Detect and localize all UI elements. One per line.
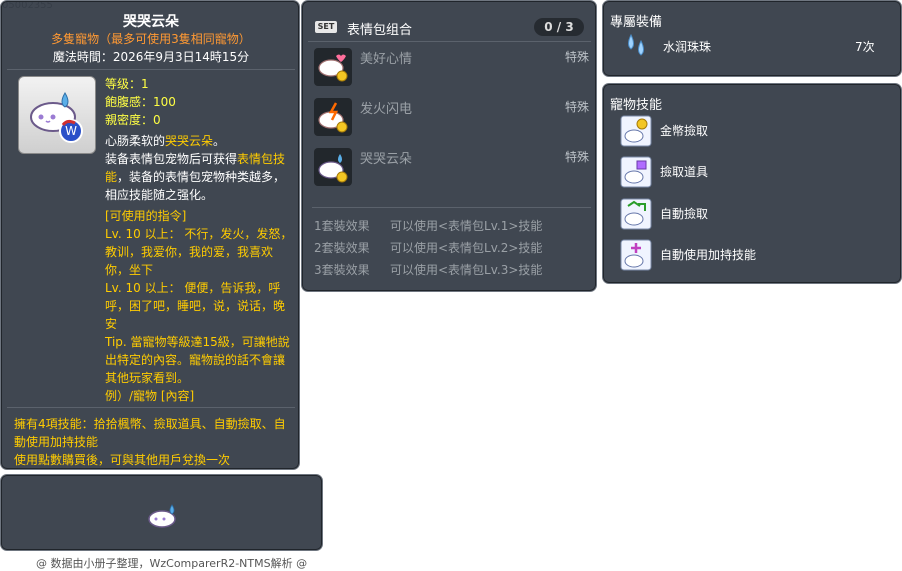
set-effect-value: 可以使用<表情包Lv.1>技能 xyxy=(390,219,543,233)
svg-text:W: W xyxy=(65,124,77,138)
desc-text: 装备表情包宠物后可获得 xyxy=(105,152,238,166)
desc-text: 。 xyxy=(213,134,226,148)
skill-item[interactable]: 撿取道具 xyxy=(620,156,890,188)
water-droplets-icon xyxy=(628,33,644,56)
skill-name: 自動使用加持技能 xyxy=(660,248,757,262)
desc-text: 心肠柔软的 xyxy=(105,134,166,148)
pet-description: 心肠柔软的哭哭云朵。 装备表情包宠物后可获得表情包技能，装备的表情包宠物种类越多… xyxy=(105,132,295,204)
auto-pickup-icon xyxy=(620,198,652,230)
pet-subtitle: 多隻寵物（最多可使用3隻相同寵物） xyxy=(51,32,251,46)
divider xyxy=(7,69,295,70)
trade-note: 使用點數購買後，可與其他用戶兌換一次 xyxy=(14,453,231,467)
cloud-pet-icon: W xyxy=(30,92,83,143)
skill-item[interactable]: 自動撿取 xyxy=(620,198,890,230)
auto-buff-icon xyxy=(620,239,652,271)
pet-stats: 等级：1 飽腹感：100 親密度：0 xyxy=(105,75,176,129)
divider xyxy=(312,207,591,208)
set-item[interactable]: 美好心情 特殊 xyxy=(314,48,589,88)
pet-bottom-info: 擁有4項技能：拾拾楓幣、撿取道具、自動撿取、自動使用加持技能 使用點數購買後，可… xyxy=(14,415,296,469)
set-effect-value: 可以使用<表情包Lv.2>技能 xyxy=(390,241,543,255)
example-line: 例）/寵物 [內容] xyxy=(105,389,195,403)
set-item-name: 发火闪电 xyxy=(360,102,413,117)
set-item-name: 美好心情 xyxy=(360,52,413,67)
skill-name: 自動撿取 xyxy=(660,207,709,221)
set-effect-value: 可以使用<表情包Lv.3>技能 xyxy=(390,263,543,277)
set-effect-label: 2套裝效果 xyxy=(314,241,370,255)
set-effect-label: 3套裝效果 xyxy=(314,263,370,277)
set-item-name: 哭哭云朵 xyxy=(360,152,413,167)
set-item[interactable]: 发火闪电 特殊 xyxy=(314,98,589,138)
skill-item[interactable]: 金幣撿取 xyxy=(620,115,890,147)
set-effect-row: 1套裝效果 可以使用<表情包Lv.1>技能 xyxy=(314,217,594,234)
equip-name: 水润珠珠 xyxy=(663,40,712,54)
angry-lightning-icon xyxy=(314,98,352,136)
skill-name: 金幣撿取 xyxy=(660,124,709,138)
pet-icon-box: W xyxy=(18,76,96,154)
pet-title: 哭哭云朵 xyxy=(123,14,179,30)
happy-mood-icon xyxy=(314,48,352,86)
set-title: 表情包组合 xyxy=(347,23,413,38)
command-list: [可使用的指令] Lv. 10 以上： 不行，发火，发怒，教训，我爱你，我的爱，… xyxy=(105,207,295,405)
set-effect-row: 2套裝效果 可以使用<表情包Lv.2>技能 xyxy=(314,239,594,256)
set-item[interactable]: 哭哭云朵 特殊 xyxy=(314,148,589,188)
magic-time: 魔法時間：2026年9月3日14時15分 xyxy=(52,50,250,64)
set-effect-label: 1套裝效果 xyxy=(314,219,370,233)
divider xyxy=(308,41,591,42)
skills-summary: 擁有4項技能：拾拾楓幣、撿取道具、自動撿取、自動使用加持技能 xyxy=(14,417,286,449)
desc-text: ，装备的表情包宠物种类越多，相应技能随之强化。 xyxy=(105,170,286,202)
meso-pickup-icon xyxy=(620,115,652,147)
crying-cloud-icon xyxy=(314,148,352,186)
footer-credit: @ 数据由小册子整理，WzComparerR2-NTMS解析 @ xyxy=(36,557,308,570)
skill-name: 撿取道具 xyxy=(660,165,709,179)
pet-preview-panel xyxy=(0,474,323,551)
set-item-type: 特殊 xyxy=(564,50,589,64)
level-stat: 等级：1 xyxy=(105,77,149,91)
exclusive-equip-panel: 專屬裝備 水润珠珠 7次 xyxy=(602,0,902,77)
set-count: 0 / 3 xyxy=(534,18,584,36)
equip-count: 7次 xyxy=(855,40,875,54)
command-line: Lv. 10 以上： 便便，告诉我，呼呼，困了吧，睡吧，说，说话，晚安 xyxy=(105,281,286,331)
equip-section-title: 專屬裝備 xyxy=(610,15,663,30)
fullness-stat: 飽腹感：100 xyxy=(105,95,176,109)
skills-section-title: 寵物技能 xyxy=(610,98,663,113)
item-pickup-icon xyxy=(620,156,652,188)
closeness-stat: 親密度：0 xyxy=(105,113,161,127)
cloud-pet-preview-icon xyxy=(148,504,176,528)
set-bonus-panel: SET 表情包组合 0 / 3 美好心情 特殊 发火闪电 特殊 哭哭云朵 特殊 … xyxy=(301,0,597,292)
set-effect-row: 3套裝效果 可以使用<表情包Lv.3>技能 xyxy=(314,261,594,278)
set-item-type: 特殊 xyxy=(564,100,589,114)
skill-item[interactable]: 自動使用加持技能 xyxy=(620,239,890,271)
command-header: [可使用的指令] xyxy=(105,209,187,223)
command-line: Lv. 10 以上： 不行，发火，发怒，教训，我爱你，我的爱，我喜欢你，坐下 xyxy=(105,227,293,277)
pet-skills-panel: 寵物技能 金幣撿取 撿取道具 自動撿取 自動使用加持技能 xyxy=(602,83,902,284)
desc-highlight: 哭哭云朵 xyxy=(165,134,214,148)
pet-info-panel: 哭哭云朵 多隻寵物（最多可使用3隻相同寵物） 魔法時間：2026年9月3日14時… xyxy=(0,0,300,470)
tip-line: Tip. 當寵物等級達15級，可讓牠說出特定的內容。寵物說的話不會讓其他玩家看到… xyxy=(105,335,290,385)
divider xyxy=(7,407,295,408)
set-item-type: 特殊 xyxy=(564,150,589,164)
set-badge: SET xyxy=(315,21,337,33)
